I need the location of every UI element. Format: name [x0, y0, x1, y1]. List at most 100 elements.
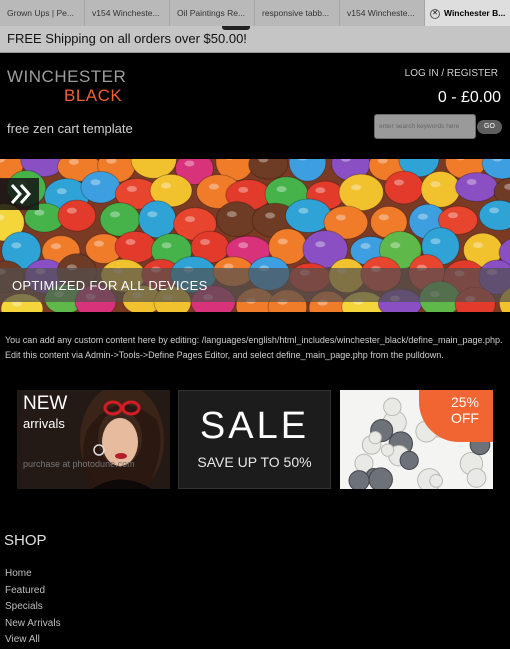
candy-highlight	[110, 211, 121, 218]
double-chevron-right-icon	[10, 184, 32, 204]
cart-total[interactable]: 0 - £0.00	[438, 89, 501, 107]
browser-tab[interactable]: responsive tabb...	[255, 0, 340, 26]
candy-highlight	[161, 182, 172, 189]
tab-label: Winchester B...	[444, 8, 506, 18]
banner-new-subtitle: arrivals	[23, 416, 65, 431]
pearl	[368, 467, 393, 489]
pearl	[368, 430, 382, 445]
candy-highlight	[238, 242, 249, 249]
shop-heading: SHOP	[4, 532, 47, 549]
candy-highlight	[448, 212, 459, 219]
shop-link-new-arrivals[interactable]: New Arrivals	[5, 616, 61, 633]
pearl	[429, 473, 443, 488]
logo-black[interactable]: BLACK	[64, 86, 122, 106]
candy-highlight	[315, 187, 326, 194]
candy-highlight	[208, 183, 219, 190]
discount-text: 25% OFF	[451, 394, 479, 426]
candy-highlight	[430, 238, 441, 245]
new-arrivals-banner[interactable]: NEW arrivals purchase at photodune.com	[17, 390, 170, 489]
candy-highlight	[417, 213, 428, 220]
browser-tab-bar: Grown Ups | Pe... v154 Wincheste... Oil …	[0, 0, 510, 26]
candy-highlight	[489, 207, 500, 214]
candy-highlight	[335, 214, 346, 221]
candy-highlight	[147, 211, 158, 218]
browser-tab[interactable]: v154 Wincheste...	[340, 0, 425, 26]
search-go-button[interactable]: GO	[477, 120, 502, 134]
candy-highlight	[226, 211, 237, 218]
slider-caption-bar: OPTIMIZED FOR ALL DEVICES	[0, 268, 510, 302]
candy-piece	[384, 170, 424, 205]
site-tagline: free zen cart template	[7, 121, 133, 136]
candy-piece	[114, 230, 157, 264]
candy-highlight	[298, 207, 309, 214]
candy-highlight	[265, 212, 276, 219]
browser-tab[interactable]: v154 Wincheste...	[85, 0, 170, 26]
browser-tab[interactable]: Oil Paintings Re...	[170, 0, 255, 26]
search-input[interactable]: enter search keywords here	[374, 114, 476, 139]
pearl	[380, 443, 395, 457]
discount-percent: 25%	[450, 394, 479, 410]
banner-new-title: NEW	[23, 393, 68, 414]
candy-highlight	[277, 238, 288, 245]
candy-highlight	[472, 242, 483, 249]
candy-piece	[215, 201, 258, 238]
candy-piece	[57, 199, 97, 232]
candy-highlight	[276, 186, 287, 193]
candy-highlight	[351, 184, 362, 191]
shop-links: Home Featured Specials New Arrivals View…	[5, 566, 61, 649]
candy-highlight	[315, 241, 326, 248]
candy-piece	[80, 170, 121, 204]
candy-highlight	[90, 179, 101, 186]
browser-tab-active[interactable]: ✕ Winchester B...	[425, 0, 510, 26]
candy-highlight	[238, 186, 249, 193]
candy-highlight	[184, 216, 195, 223]
candy-piece	[138, 200, 177, 239]
candy-highlight	[125, 239, 136, 246]
sale-subtitle: SAVE UP TO 50%	[197, 454, 312, 470]
slider-next-button[interactable]	[0, 178, 39, 210]
pearl	[348, 470, 370, 489]
candy-piece	[285, 198, 332, 234]
shop-link-specials[interactable]: Specials	[5, 599, 61, 616]
pearl	[399, 450, 419, 470]
sale-title: SALE	[199, 405, 310, 447]
candy-piece	[338, 173, 384, 212]
discount-off: OFF	[450, 410, 479, 426]
pearl	[466, 468, 487, 488]
shop-link-view-all[interactable]: View All	[5, 632, 61, 649]
shipping-banner: FREE Shipping on all orders over $50.00!	[0, 26, 510, 53]
shipping-text: FREE Shipping on all orders over $50.00!	[7, 31, 247, 46]
candy-highlight	[390, 242, 401, 249]
candy-highlight	[34, 209, 45, 216]
candy-highlight	[430, 181, 441, 188]
browser-tab[interactable]: Grown Ups | Pe...	[0, 0, 85, 26]
discount-banner[interactable]: 25% OFF	[340, 390, 493, 489]
candy-piece	[478, 199, 510, 231]
candy-highlight	[378, 214, 389, 221]
shop-link-home[interactable]: Home	[5, 566, 61, 583]
candy-highlight	[393, 179, 404, 186]
banner-tab-marker	[222, 26, 250, 30]
candy-highlight	[93, 240, 104, 247]
photo-credit: purchase at photodune.com	[23, 459, 135, 469]
candy-highlight	[161, 242, 172, 249]
login-register-link[interactable]: LOG IN / REGISTER	[405, 68, 498, 79]
candy-highlight	[50, 243, 61, 250]
logo-winchester[interactable]: WINCHESTER	[7, 67, 126, 87]
candy-highlight	[126, 185, 137, 192]
candy-piece	[455, 172, 499, 202]
candy-highlight	[66, 207, 77, 214]
candy-highlight	[200, 239, 211, 246]
custom-content-text: You can add any custom content here by e…	[5, 335, 503, 360]
sale-banner[interactable]: SALE SAVE UP TO 50%	[178, 390, 331, 489]
candy-highlight	[11, 242, 22, 249]
candy-highlight	[56, 188, 67, 195]
close-tab-icon[interactable]: ✕	[430, 8, 440, 19]
shop-link-featured[interactable]: Featured	[5, 583, 61, 600]
candy-piece	[420, 170, 461, 208]
candy-highlight	[466, 179, 477, 186]
pearl	[383, 397, 402, 417]
candy-highlight	[360, 243, 371, 250]
slider-caption: OPTIMIZED FOR ALL DEVICES	[12, 278, 208, 293]
candy-highlight	[68, 159, 79, 165]
